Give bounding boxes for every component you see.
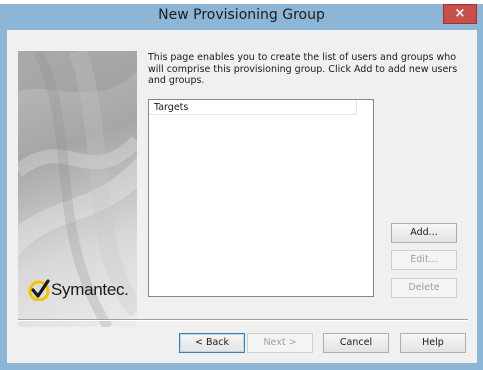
targets-column-header[interactable]: Targets bbox=[149, 100, 357, 115]
targets-list[interactable]: Targets bbox=[148, 99, 374, 297]
delete-button[interactable]: Delete bbox=[391, 278, 457, 298]
close-button[interactable]: × bbox=[443, 4, 477, 24]
title-bar[interactable]: New Provisioning Group × bbox=[0, 4, 483, 30]
edit-button[interactable]: Edit... bbox=[391, 250, 457, 270]
window-title: New Provisioning Group bbox=[158, 7, 325, 23]
branding-panel: Symantec. bbox=[18, 51, 137, 327]
cancel-button[interactable]: Cancel bbox=[323, 333, 389, 353]
logo-wordmark: Symantec. bbox=[51, 280, 129, 299]
help-button[interactable]: Help bbox=[400, 333, 466, 353]
dialog-window: New Provisioning Group × Symantec. This … bbox=[0, 0, 483, 370]
page-description: This page enables you to create the list… bbox=[148, 52, 458, 86]
dialog-client-area: Symantec. This page enables you to creat… bbox=[7, 30, 477, 363]
next-button[interactable]: Next > bbox=[247, 333, 313, 353]
symantec-logo: Symantec. bbox=[28, 279, 129, 301]
checkmark-logo-icon bbox=[28, 279, 50, 301]
close-icon: × bbox=[454, 6, 466, 21]
footer-separator bbox=[18, 319, 468, 321]
back-button[interactable]: < Back bbox=[179, 333, 245, 353]
add-button[interactable]: Add... bbox=[391, 223, 457, 243]
